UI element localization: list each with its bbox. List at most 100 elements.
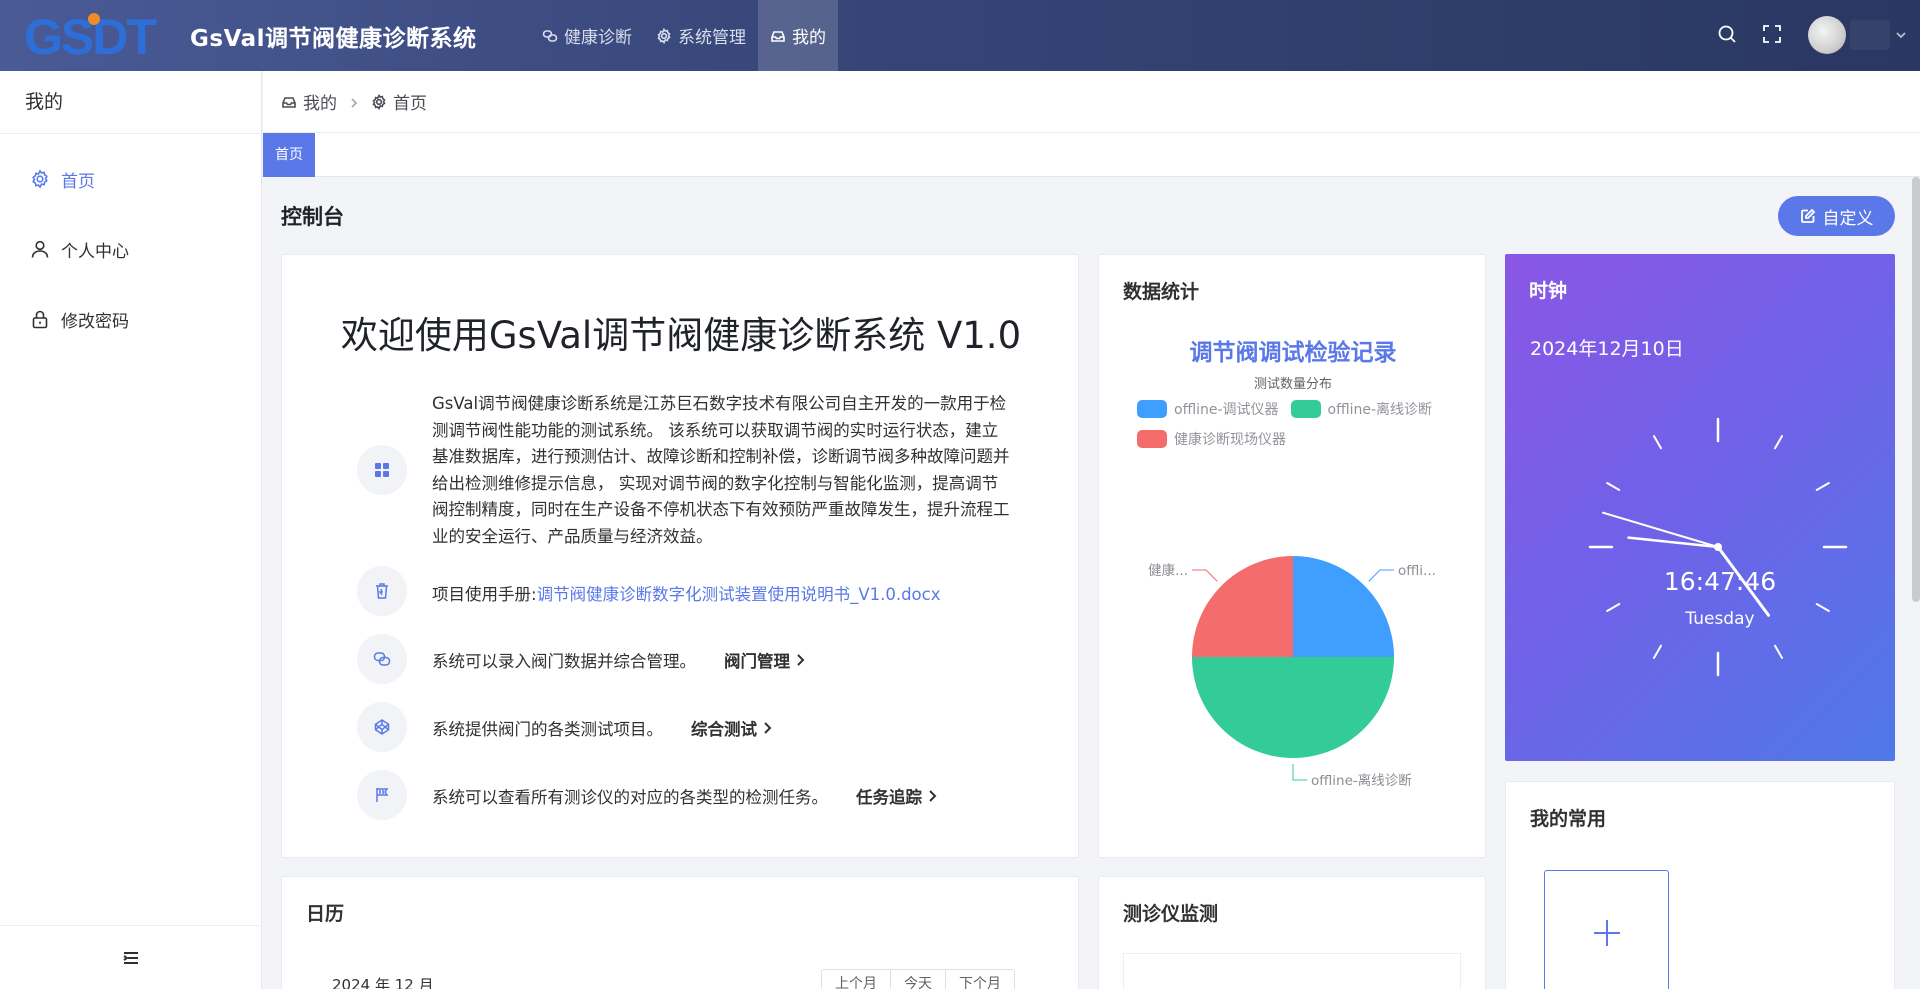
sidebar-item-home[interactable]: 首页: [0, 144, 261, 214]
calendar-month: 2024 年 12 月: [332, 976, 434, 989]
link-icon: [357, 634, 407, 684]
legend-item[interactable]: offline-离线诊断: [1290, 399, 1432, 419]
avatar[interactable]: [1808, 16, 1846, 54]
clock-time: 16:47:46: [1663, 567, 1777, 596]
topnav-mine[interactable]: 我的: [758, 0, 838, 71]
feature-text: 系统可以查看所有测诊仪的对应的各类型的检测任务。: [432, 788, 828, 807]
favorites-card: 我的常用: [1505, 781, 1895, 989]
manual-row: 项目使用手册: 调节阀健康诊断数字化测试装置使用说明书_V1.0.docx: [432, 581, 941, 605]
clock-weekday: Tuesday: [1685, 609, 1755, 629]
chart-title: 调节阀调试检验记录: [1189, 340, 1397, 366]
manual-download-link[interactable]: 调节阀健康诊断数字化测试装置使用说明书_V1.0.docx: [537, 581, 941, 605]
gear-icon: [657, 27, 671, 44]
legend-item[interactable]: 健康诊断现场仪器: [1137, 429, 1286, 449]
data-statistics-card: 数据统计 调节阀调试检验记录 测试数量分布 offline-调试仪器 offlin…: [1098, 254, 1486, 858]
clock-tick: [1815, 482, 1830, 491]
breadcrumb-item-home: 首页: [371, 89, 427, 114]
clock-card: 时钟 2024年12月10日 16:47:46 Tuesday: [1505, 254, 1895, 761]
manual-label: 项目使用手册:: [432, 585, 537, 604]
card-title: 数据统计: [1123, 281, 1200, 303]
comprehensive-test-link[interactable]: 综合测试: [691, 716, 773, 740]
page-scrollbar[interactable]: [1912, 177, 1920, 602]
system-intro-text: GsVal调节阀健康诊断系统是江苏巨石数字技术有限公司自主开发的一款用于检测调节…: [432, 394, 1010, 546]
chevron-right-icon: [929, 790, 937, 802]
clock-tick: [1774, 644, 1783, 659]
edit-icon: [1800, 208, 1815, 223]
apps-icon: [357, 445, 407, 495]
breadcrumb: 我的 首页: [263, 71, 1920, 133]
user-icon: [31, 240, 49, 258]
analog-clock: [1588, 417, 1848, 677]
plus-icon: [1593, 919, 1620, 946]
page-title: 控制台: [281, 205, 344, 229]
pie-slice[interactable]: [1192, 657, 1394, 758]
clock-tick: [1774, 435, 1783, 450]
sidebar-item-profile[interactable]: 个人中心: [0, 214, 261, 284]
inbox-icon: [771, 30, 785, 42]
gsdt-logo: GSDT: [24, 9, 176, 65]
flag-icon: [357, 770, 407, 820]
legend-swatch: [1137, 430, 1167, 448]
chevron-right-icon: [347, 95, 361, 109]
topnav-label: 系统管理: [678, 28, 746, 48]
sidebar-item-label: 首页: [61, 171, 95, 192]
pie-slice[interactable]: [1192, 556, 1293, 657]
feature-row-task: 系统可以查看所有测诊仪的对应的各类型的检测任务。 任务追踪: [432, 784, 938, 808]
app-title: GsVal调节阀健康诊断系统: [190, 26, 477, 52]
inbox-icon: [282, 96, 296, 108]
feature-action-label: 任务追踪: [856, 788, 922, 807]
clock-center: [1714, 543, 1722, 551]
sidebar-item-change-password[interactable]: 修改密码: [0, 284, 261, 354]
pie-label-line: [1368, 569, 1394, 582]
menu-fold-icon: [123, 951, 138, 964]
feature-text: 系统提供阀门的各类测试项目。: [432, 720, 663, 739]
breadcrumb-item-mine[interactable]: 我的: [281, 89, 337, 114]
legend-item[interactable]: offline-调试仪器: [1137, 399, 1279, 419]
pie-slice-label: offline-离线诊断: [1311, 772, 1412, 789]
task-tracking-link[interactable]: 任务追踪: [856, 784, 938, 808]
topnav-health-diagnosis[interactable]: 健康诊断: [530, 0, 644, 71]
username-blurred: [1850, 20, 1890, 50]
clock-tick: [1653, 644, 1662, 659]
feature-row-test: 系统提供阀门的各类测试项目。 综合测试: [432, 716, 773, 740]
next-month-button[interactable]: 下个月: [945, 969, 1015, 989]
add-favorite-button[interactable]: [1544, 870, 1669, 989]
pie-label-line: [1292, 764, 1307, 781]
codepen-icon: [357, 702, 407, 752]
welcome-card: 欢迎使用GsVal调节阀健康诊断系统 V1.0 GsVal调节阀健康诊断系统是江…: [281, 254, 1079, 858]
fullscreen-icon[interactable]: [1760, 22, 1784, 46]
legend-swatch: [1137, 400, 1167, 418]
feature-row-valve: 系统可以录入阀门数据并综合管理。 阀门管理: [432, 648, 806, 672]
card-title: 日历: [306, 903, 345, 925]
customize-button[interactable]: 自定义: [1778, 196, 1895, 236]
link-icon: [542, 29, 558, 42]
tab-home[interactable]: 首页: [263, 133, 315, 177]
chevron-down-icon[interactable]: [1894, 27, 1908, 41]
topnav-label: 健康诊断: [564, 28, 632, 48]
lock-icon: [32, 310, 48, 329]
welcome-heading: 欢迎使用GsVal调节阀健康诊断系统 V1.0: [340, 314, 1022, 357]
chevron-right-icon: [764, 722, 772, 734]
breadcrumb-label: 我的: [303, 94, 337, 114]
prev-month-button[interactable]: 上个月: [821, 969, 891, 989]
pie-slice-label: offli...: [1398, 563, 1436, 579]
today-button[interactable]: 今天: [890, 969, 946, 989]
pie-label-line: [1192, 569, 1218, 582]
feature-action-label: 综合测试: [691, 720, 757, 739]
calendar-nav: 上个月 今天 下个月: [821, 969, 1015, 989]
valve-management-link[interactable]: 阀门管理: [724, 648, 806, 672]
chart-legend: offline-调试仪器 offline-离线诊断 健康诊断现场仪器: [1137, 399, 1477, 459]
search-icon[interactable]: [1715, 22, 1739, 46]
clock-tick: [1606, 482, 1621, 491]
legend-label: 健康诊断现场仪器: [1174, 432, 1286, 448]
sidebar-collapse-button[interactable]: [0, 925, 262, 989]
topnav-system-management[interactable]: 系统管理: [644, 0, 758, 71]
sidebar-item-label: 修改密码: [61, 311, 129, 332]
feature-action-label: 阀门管理: [724, 652, 790, 671]
breadcrumb-label: 首页: [393, 94, 427, 114]
chevron-right-icon: [797, 654, 805, 666]
pie-slice-label: 健康...: [1148, 562, 1188, 579]
chart-subtitle: 测试数量分布: [1253, 377, 1332, 392]
card-title: 测诊仪监测: [1123, 903, 1219, 925]
pie-slice[interactable]: [1293, 556, 1394, 657]
